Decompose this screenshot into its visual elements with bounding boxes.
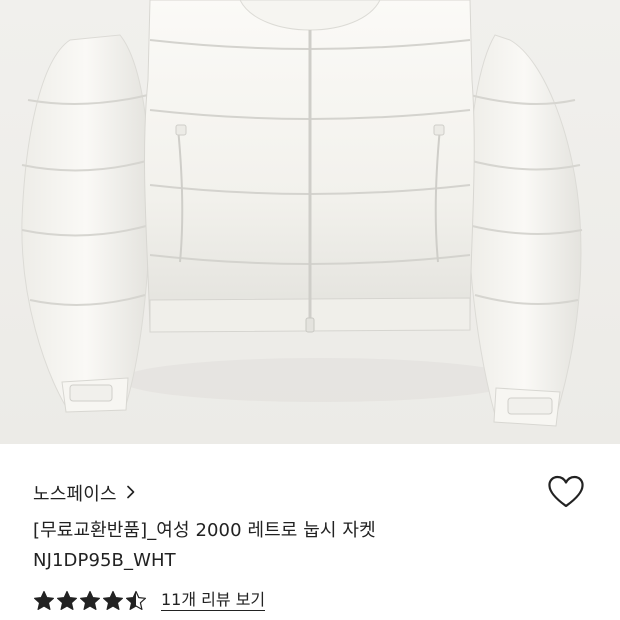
star-full-icon	[80, 590, 100, 610]
product-title-line-1: [무료교환반품]_여성 2000 레트로 눕시 자켓	[33, 520, 376, 541]
brand-link[interactable]: 노스페이스	[33, 480, 136, 506]
chevron-right-icon	[126, 484, 136, 503]
product-info: 노스페이스 [무료교환반품]_여성 2000 레트로 눕시 자켓 NJ1DP95…	[0, 444, 620, 620]
review-link[interactable]: 11개 리뷰 보기	[161, 591, 266, 611]
star-full-icon	[57, 590, 77, 610]
white-puffer-jacket-image	[0, 0, 620, 444]
star-full-icon	[103, 590, 123, 610]
heart-outline-icon	[547, 475, 585, 513]
wishlist-button[interactable]	[546, 474, 586, 514]
product-title-line-2: NJ1DP95B_WHT	[33, 550, 176, 571]
brand-name: 노스페이스	[33, 484, 117, 505]
star-rating	[33, 590, 147, 612]
star-full-icon	[34, 590, 54, 610]
product-image[interactable]	[0, 0, 620, 444]
rating-row: 11개 리뷰 보기	[33, 590, 266, 612]
star-half-icon	[126, 590, 146, 610]
